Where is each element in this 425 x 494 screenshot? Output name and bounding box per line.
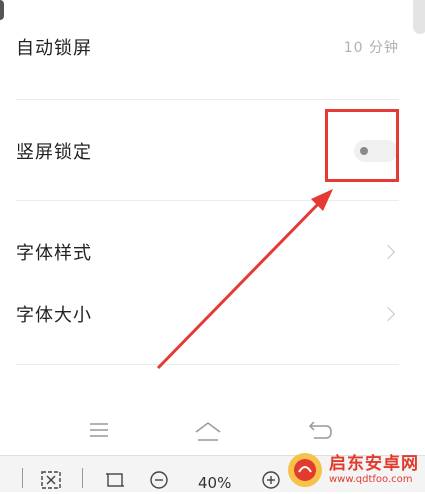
watermark: 启东安卓网 www.qdtfoo.com <box>285 448 425 491</box>
translate-icon[interactable] <box>40 470 62 494</box>
crop-icon[interactable] <box>104 470 126 494</box>
scroll-edge <box>413 0 425 34</box>
auto-lock-value: 10 分钟 <box>343 40 399 56</box>
auto-lock-label: 自动锁屏 <box>16 38 92 59</box>
toolbar-separator <box>82 468 83 488</box>
divider <box>16 364 399 365</box>
portrait-lock-label: 竖屏锁定 <box>16 142 92 163</box>
setting-row-auto-lock[interactable]: 自动锁屏 10 分钟 <box>16 29 399 65</box>
menu-icon[interactable] <box>86 420 116 446</box>
zoom-in-icon[interactable] <box>260 470 282 494</box>
watermark-text: 启东安卓网 www.qdtfoo.com <box>329 454 419 486</box>
settings-panel: 自动锁屏 10 分钟 竖屏锁定 字体样式 字体大小 <box>0 0 425 455</box>
home-icon[interactable] <box>193 420 223 446</box>
annotation-highlight-box <box>325 109 399 182</box>
zoom-out-icon[interactable] <box>148 470 170 494</box>
setting-row-font-size[interactable]: 字体大小 <box>16 296 399 332</box>
watermark-url: www.qdtfoo.com <box>329 473 413 485</box>
back-icon[interactable] <box>306 420 336 446</box>
toolbar-separator <box>22 468 23 488</box>
font-size-label: 字体大小 <box>16 305 92 326</box>
watermark-name: 启东安卓网 <box>329 453 419 474</box>
divider <box>16 200 399 201</box>
setting-row-font-style[interactable]: 字体样式 <box>16 234 399 270</box>
divider <box>16 99 399 100</box>
back-edge-tab[interactable] <box>0 0 4 20</box>
watermark-logo-icon <box>285 450 325 490</box>
font-style-label: 字体样式 <box>16 243 92 264</box>
zoom-level: 40% <box>198 474 232 492</box>
chevron-right-icon <box>380 306 396 322</box>
chevron-right-icon <box>380 244 396 260</box>
